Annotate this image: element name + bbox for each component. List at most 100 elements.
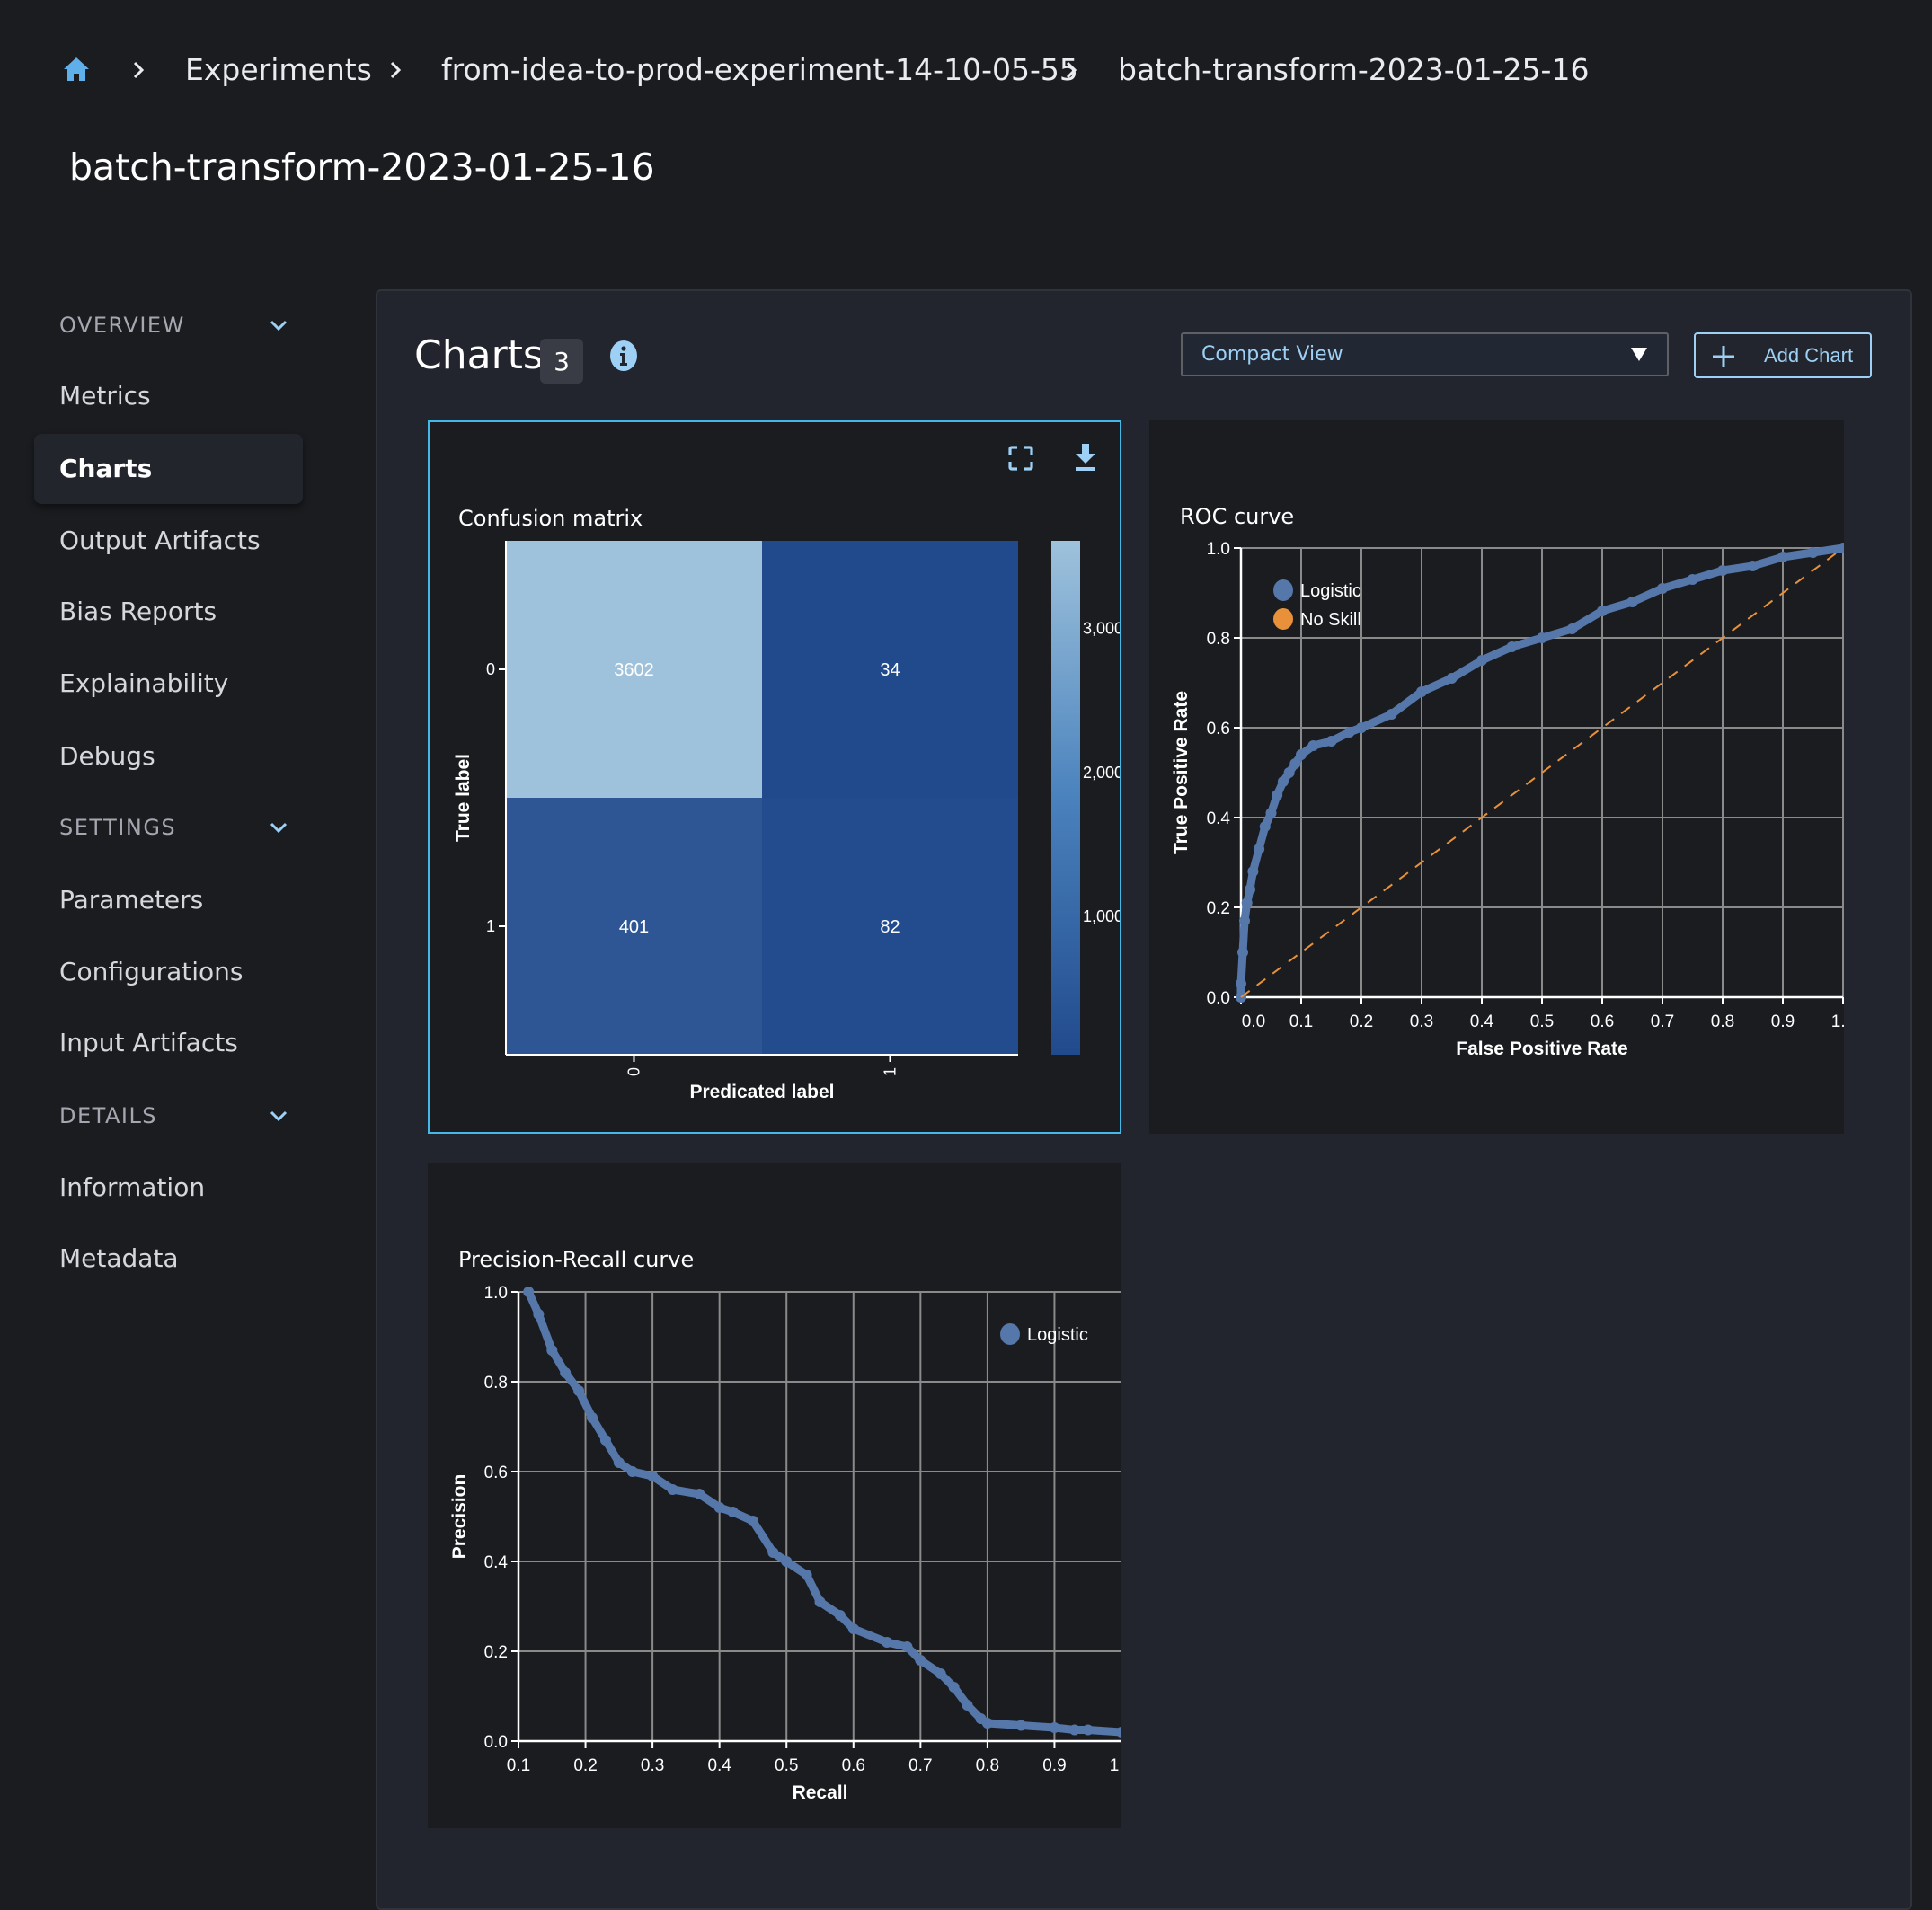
chevron-down-icon[interactable] <box>268 817 289 838</box>
series-point <box>1717 565 1728 576</box>
series-point <box>1446 673 1458 684</box>
series-point <box>1325 736 1337 747</box>
y-axis-title: True label <box>453 754 474 842</box>
series-line-logistic <box>524 1287 1121 1737</box>
cell-value-label: 82 <box>880 917 900 937</box>
x-tick-label: 1 <box>882 1067 900 1076</box>
x-tick-label: 0.7 <box>908 1756 932 1775</box>
series-point <box>882 1637 893 1648</box>
series-point <box>1015 1720 1027 1731</box>
breadcrumb-experiment[interactable]: from-idea-to-prod-experiment-14-10-05-55 <box>441 52 1078 88</box>
sidebar-item-debugs[interactable]: Debugs <box>59 741 155 772</box>
x-tick-label: 0.8 <box>976 1756 999 1775</box>
sidebar-item-bias-reports[interactable]: Bias Reports <box>59 597 217 627</box>
series-point <box>694 1489 705 1499</box>
series-point <box>1277 776 1289 787</box>
series-point <box>981 1718 993 1729</box>
x-tick-label: 0.1 <box>1289 1012 1313 1031</box>
y-tick-label: 0.0 <box>484 1733 508 1752</box>
x-axis-title: Predicated label <box>689 1082 834 1102</box>
legend-label: No Skill <box>1300 610 1361 630</box>
caret-down-icon <box>1631 348 1647 361</box>
y-tick-label: 0.6 <box>1207 720 1230 738</box>
charts-heading: Charts <box>414 332 544 378</box>
sidebar-item-information[interactable]: Information <box>59 1172 205 1203</box>
legend-label: Logistic <box>1027 1325 1088 1345</box>
chevron-down-icon[interactable] <box>268 1105 289 1127</box>
sidebar-item-configurations[interactable]: Configurations <box>59 957 243 987</box>
series-point <box>647 1471 659 1481</box>
info-icon[interactable] <box>608 340 639 371</box>
x-tick-label: 0.2 <box>1350 1012 1373 1031</box>
x-tick-label: 0.9 <box>1771 1012 1795 1031</box>
precision-recall-plot: 0.1 0.2 0.3 0.4 0.5 0.6 0.7 0.8 0.9 1.0 0.0 0.2 0.4 0… <box>449 1284 1121 1803</box>
series-point <box>1296 749 1307 760</box>
add-chart-button[interactable]: Add Chart <box>1694 332 1872 378</box>
series-point <box>1506 641 1518 652</box>
series-point <box>1777 552 1788 562</box>
series-point <box>1068 1724 1080 1736</box>
series-point <box>626 1466 638 1477</box>
y-tick-label: 0.0 <box>1207 989 1230 1008</box>
x-tick-label: 0.5 <box>775 1756 798 1775</box>
confusion-matrix-plot: 3602 34 401 82 0 1 0 1 Predicated label True labe… <box>453 541 1120 1102</box>
series-point <box>523 1287 535 1297</box>
series-point <box>727 1507 739 1517</box>
chart-card-confusion-matrix[interactable]: Confusion matrix 3602 34 401 82 0 1 0 1 Predicat… <box>428 420 1121 1134</box>
sidebar-section-details[interactable]: DETAILS <box>59 1102 157 1129</box>
series-point <box>546 1345 558 1356</box>
legend-marker <box>1273 608 1293 630</box>
series-point <box>1283 767 1295 778</box>
x-axis-title: False Positive Rate <box>1456 1039 1627 1059</box>
page-title: batch-transform-2023-01-25-16 <box>69 146 655 189</box>
series-point <box>573 1385 585 1396</box>
chevron-down-icon[interactable] <box>268 314 289 336</box>
series-point <box>1356 722 1367 733</box>
series-point <box>1687 574 1698 585</box>
breadcrumb-current: batch-transform-2023-01-25-16 <box>1118 52 1590 87</box>
series-point <box>962 1700 973 1711</box>
x-axis-title: Recall <box>793 1782 848 1803</box>
x-tick-label: 1.0 <box>1831 1012 1844 1031</box>
roc-curve-plot: 0.0 0.1 0.2 0.3 0.4 0.5 0.6 0.7 0.8 0.9 1.0 0.0 0.2 0… <box>1171 540 1844 1059</box>
colorbar <box>1051 541 1080 1055</box>
x-tick-label: 0.4 <box>707 1756 731 1775</box>
series-point <box>533 1309 545 1320</box>
sidebar-item-charts[interactable]: Charts <box>59 454 152 484</box>
sidebar-section-settings[interactable]: SETTINGS <box>59 814 176 841</box>
series-point <box>599 1435 611 1446</box>
series-point <box>1386 709 1397 720</box>
sidebar-item-input-artifacts[interactable]: Input Artifacts <box>59 1028 238 1058</box>
sidebar-item-output-artifacts[interactable]: Output Artifacts <box>59 526 261 556</box>
series-point <box>1343 727 1355 738</box>
x-tick-label: 0.6 <box>1591 1012 1614 1031</box>
series-point <box>560 1367 572 1378</box>
series-point <box>1416 686 1427 697</box>
sidebar-item-parameters[interactable]: Parameters <box>59 885 203 915</box>
series-point <box>1237 947 1249 958</box>
cell-value-label: 401 <box>619 917 649 937</box>
home-icon[interactable] <box>63 56 90 83</box>
sidebar-item-metrics[interactable]: Metrics <box>59 381 151 411</box>
sidebar-section-overview[interactable]: OVERVIEW <box>59 312 185 339</box>
series-point <box>1597 606 1608 616</box>
chart-card-roc-curve[interactable]: ROC curve 0.0 0.1 0.2 0.3 0.4 0.5 0.6 0.7 0.8 0.9… <box>1149 420 1844 1134</box>
charts-count-badge: 3 <box>540 339 583 384</box>
breadcrumb-experiments[interactable]: Experiments <box>185 52 372 88</box>
series-point <box>801 1570 812 1580</box>
chart-card-precision-recall-curve[interactable]: Precision-Recall curve 0.1 0.2 0.3 0.4 0.5 0.… <box>428 1163 1121 1828</box>
sidebar-item-explainability[interactable]: Explainability <box>59 668 228 699</box>
sidebar-item-metadata[interactable]: Metadata <box>59 1243 179 1274</box>
series-point <box>1272 790 1283 800</box>
add-chart-label: Add Chart <box>1764 344 1854 367</box>
series-point <box>1307 740 1319 751</box>
series-point <box>1626 597 1638 607</box>
y-tick-label: 0.2 <box>484 1643 508 1662</box>
series-point <box>713 1502 725 1513</box>
chevron-right-icon <box>131 52 146 102</box>
view-select[interactable]: Compact View <box>1181 332 1669 376</box>
x-tick-label: 0.4 <box>1470 1012 1494 1031</box>
series-point <box>1049 1722 1060 1733</box>
x-tick-label: 0.1 <box>507 1756 530 1775</box>
series-point <box>747 1516 758 1526</box>
